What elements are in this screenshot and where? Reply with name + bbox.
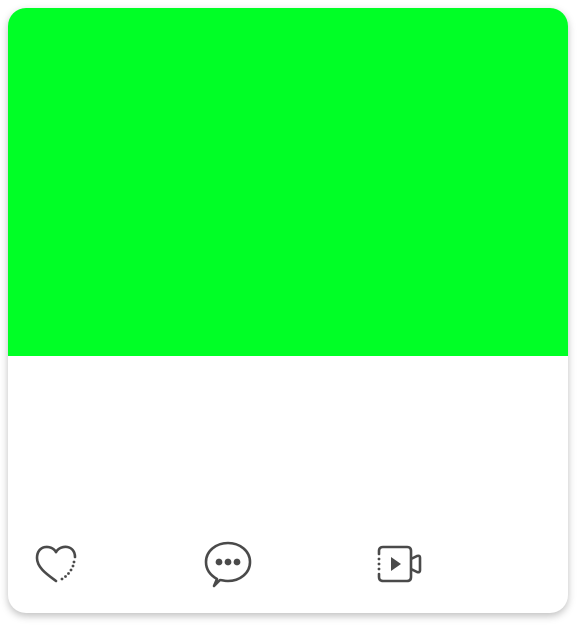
action-bar [8,536,568,592]
media-image[interactable] [8,8,568,356]
video-button[interactable] [371,536,427,592]
post-card [8,8,568,613]
chat-bubble-icon [203,539,253,589]
like-button[interactable] [28,536,84,592]
video-camera-icon [373,543,425,585]
comment-button[interactable] [200,536,256,592]
heart-icon [33,542,79,586]
